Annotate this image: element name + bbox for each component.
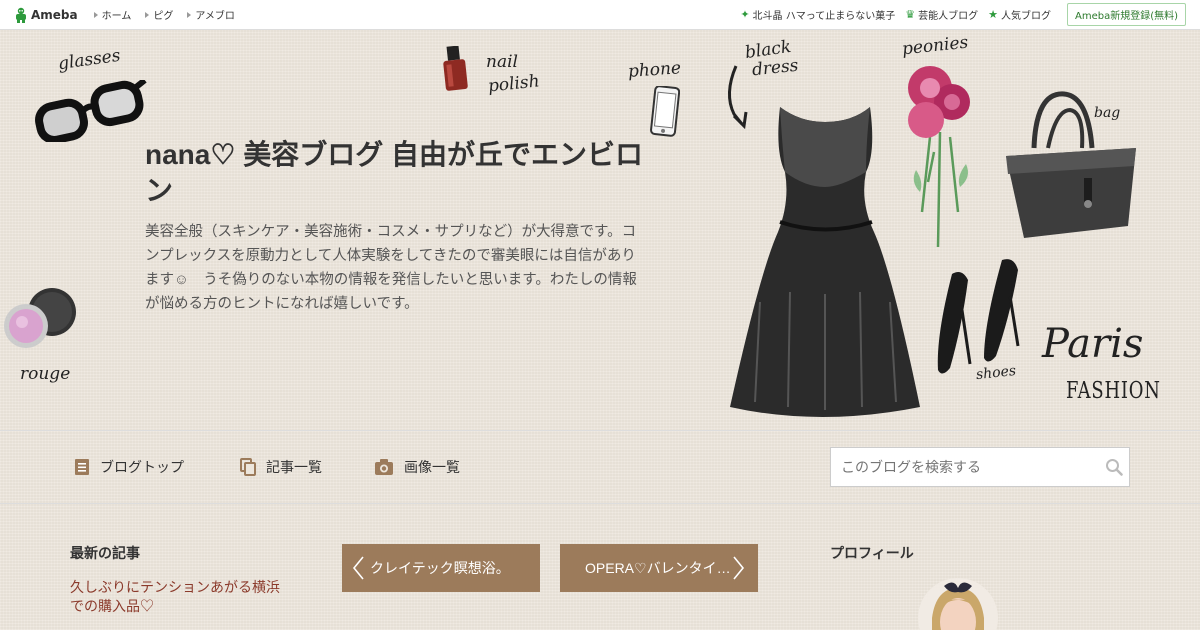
polish-label: polish	[487, 71, 541, 97]
avatar-image	[918, 578, 998, 630]
trending-link-popular-label: 人気ブログ	[1000, 11, 1051, 22]
document-icon	[75, 459, 89, 475]
glasses-label: glasses	[56, 45, 122, 75]
blog-nav: ブログトップ 記事一覧 画像一覧	[0, 430, 1200, 504]
fashion-label: FASHION	[1066, 378, 1161, 404]
black-dress-icon	[728, 65, 920, 417]
signup-button[interactable]: Ameba新規登録(無料)	[1066, 3, 1186, 26]
camera-icon	[375, 459, 393, 475]
phone-icon	[650, 86, 680, 137]
nav-image-list[interactable]: 画像一覧	[374, 457, 460, 477]
latest-articles-heading: 最新の記事	[70, 545, 140, 561]
global-nav-ameblo-label: アメブロ	[195, 11, 235, 22]
global-nav: ホーム ピグ アメブロ	[93, 7, 249, 22]
chevron-right-icon	[733, 556, 745, 580]
nav-article-list-label: 記事一覧	[266, 459, 322, 475]
global-nav-pigg[interactable]: ピグ	[145, 7, 173, 22]
search-icon	[1106, 459, 1123, 476]
rouge-compact-icon	[4, 288, 76, 348]
glasses-icon	[35, 80, 147, 142]
sparkle-icon: ✦	[740, 8, 750, 21]
nav-image-list-label: 画像一覧	[404, 459, 460, 475]
prev-article-label: クレイテック瞑想浴。	[370, 560, 510, 576]
trending-link-news[interactable]: ✦ 北斗晶 ハマって止まらない菓子	[740, 7, 895, 22]
next-article-label: OPERA♡バレンタイ…	[585, 560, 729, 576]
nav-blog-top[interactable]: ブログトップ	[74, 457, 184, 477]
blog-description: 美容全般（スキンケア・美容施術・コスメ・サプリなど）が大得意です。コンプレックス…	[145, 224, 637, 312]
rouge-label: rouge	[20, 364, 71, 384]
global-nav-ameblo[interactable]: アメブロ	[187, 7, 235, 22]
ameba-header-bar: Ameba ホーム ピグ アメブロ ✦ 北斗晶 ハマって止まらない菓子 ♛ 芸能人ブ…	[0, 0, 1200, 30]
ameba-logo[interactable]: Ameba	[14, 7, 78, 23]
blog-title[interactable]: nana♡ 美容ブログ 自由が丘でエンビロン	[145, 137, 645, 209]
prev-article-button[interactable]: クレイテック瞑想浴。	[342, 544, 540, 592]
trending-link-news-label: 北斗晶 ハマって止まらない菓子	[752, 11, 896, 22]
peonies-label: peonies	[901, 32, 970, 60]
nail-label: nail	[486, 52, 518, 72]
paris-label: Paris	[1042, 321, 1144, 367]
nav-article-list[interactable]: 記事一覧	[240, 457, 322, 477]
trending-link-celebrity-label: 芸能人ブログ	[918, 11, 979, 22]
caret-right-icon	[93, 11, 98, 18]
ameba-logo-text: Ameba	[31, 7, 78, 22]
nail-polish-icon	[443, 46, 468, 91]
next-article-button[interactable]: OPERA♡バレンタイ…	[560, 544, 758, 592]
global-nav-home[interactable]: ホーム	[93, 7, 132, 22]
blog-header: glasses rouge nail polish phone black dr…	[0, 30, 1200, 430]
trending-link-popular[interactable]: ★ 人気ブログ	[988, 7, 1051, 22]
blog-search-box	[830, 447, 1130, 487]
ameba-logo-icon	[16, 7, 26, 23]
crown-icon: ♛	[905, 8, 916, 21]
peonies-icon	[908, 66, 970, 248]
shoes-label: shoes	[975, 362, 1017, 384]
profile-heading: プロフィール	[830, 545, 914, 561]
global-nav-pigg-label: ピグ	[153, 11, 174, 22]
caret-right-icon	[187, 11, 192, 18]
blog-search-input[interactable]	[831, 448, 1099, 486]
star-icon: ★	[988, 8, 998, 21]
trending-links: ✦ 北斗晶 ハマって止まらない菓子 ♛ 芸能人ブログ ★ 人気ブログ Ameba新規登…	[730, 3, 1186, 26]
latest-article-link[interactable]: 久しぶりにテンションあがる横浜での購入品♡	[70, 578, 280, 616]
search-button[interactable]	[1099, 458, 1129, 476]
handbag-icon	[1006, 91, 1136, 238]
profile-avatar[interactable]	[918, 578, 998, 630]
copy-icon	[240, 458, 256, 476]
trending-link-celebrity[interactable]: ♛ 芸能人ブログ	[905, 7, 978, 22]
global-nav-home-label: ホーム	[101, 11, 132, 22]
nav-blog-top-label: ブログトップ	[100, 459, 184, 475]
chevron-left-icon	[352, 556, 364, 580]
caret-right-icon	[145, 11, 150, 18]
phone-label: phone	[627, 58, 682, 82]
